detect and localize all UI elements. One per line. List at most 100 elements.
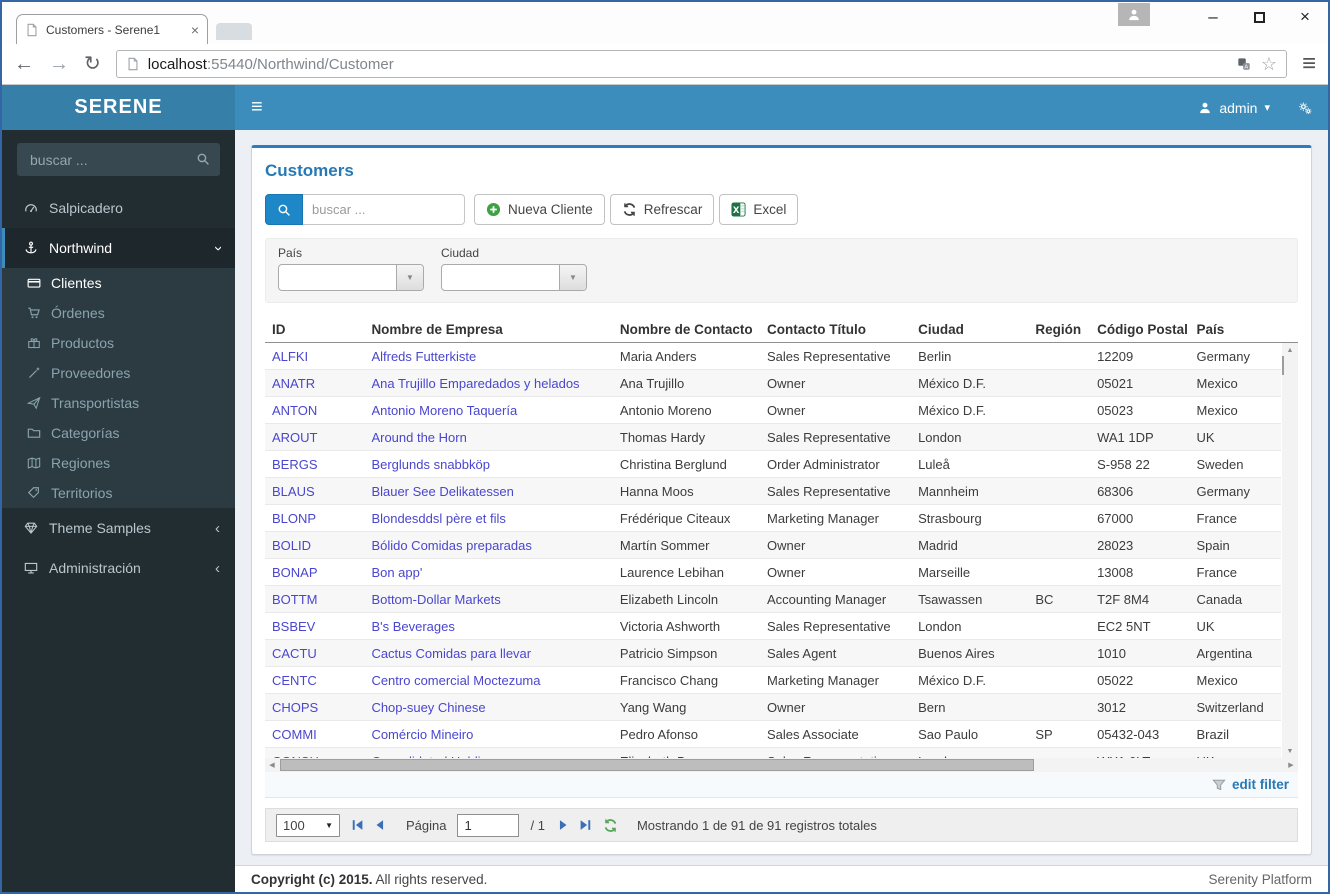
scroll-down-icon[interactable]: ▼ bbox=[1282, 744, 1298, 758]
sidebar-item-categorias[interactable]: Categorías bbox=[2, 418, 235, 448]
browser-tab[interactable]: Customers - Serene1 × bbox=[16, 14, 208, 44]
close-button[interactable]: × bbox=[1282, 2, 1328, 32]
scroll-right-icon[interactable]: ▶ bbox=[1284, 761, 1298, 769]
forward-button[interactable]: → bbox=[49, 54, 69, 74]
customer-id-link[interactable]: ANATR bbox=[265, 376, 364, 391]
customer-id-link[interactable]: CACTU bbox=[265, 646, 364, 661]
horizontal-scrollbar[interactable]: ◀ ▶ bbox=[265, 758, 1298, 772]
company-name-link[interactable]: Ana Trujillo Emparedados y helados bbox=[364, 376, 612, 391]
company-name-link[interactable]: Bólido Comidas preparadas bbox=[364, 538, 612, 553]
page-label: Página bbox=[406, 817, 447, 833]
company-name-link[interactable]: Alfreds Futterkiste bbox=[364, 349, 612, 364]
horizontal-scroll-thumb[interactable] bbox=[280, 759, 1035, 771]
sidebar-item-proveedores[interactable]: Proveedores bbox=[2, 358, 235, 388]
customer-id-link[interactable]: BSBEV bbox=[265, 619, 364, 634]
sidebar-item-salpicadero[interactable]: Salpicadero bbox=[2, 188, 235, 228]
browser-menu-button[interactable]: ≡ bbox=[1302, 52, 1316, 76]
grid-cell: S-958 22 bbox=[1097, 456, 1150, 472]
ciudad-select[interactable]: ▼ bbox=[441, 264, 587, 291]
grid-search-button[interactable] bbox=[265, 194, 303, 225]
prev-page-button[interactable] bbox=[373, 818, 387, 832]
scroll-left-icon[interactable]: ◀ bbox=[265, 761, 279, 769]
customer-id-link[interactable]: BLONP bbox=[265, 511, 364, 526]
customer-id-link[interactable]: BOLID bbox=[265, 538, 364, 553]
sidebar-toggle-icon[interactable]: ≡ bbox=[251, 96, 263, 119]
sidebar-item-northwind[interactable]: Northwind ‹ bbox=[2, 228, 235, 268]
address-bar[interactable]: localhost:55440/Northwind/Customer A ☆ bbox=[115, 50, 1287, 78]
excel-button[interactable]: X Excel bbox=[719, 194, 799, 225]
user-menu[interactable]: admin ▾ bbox=[1198, 100, 1270, 116]
wand-icon bbox=[27, 366, 41, 380]
company-name-link[interactable]: Bon app' bbox=[364, 565, 612, 580]
main-column: Customers Nueva Cliente Refrescar X Exce… bbox=[235, 130, 1328, 892]
tab-close-icon[interactable]: × bbox=[191, 22, 199, 38]
first-page-button[interactable] bbox=[351, 818, 365, 832]
sidebar-item-transportistas[interactable]: Transportistas bbox=[2, 388, 235, 418]
sidebar-search-input[interactable] bbox=[17, 143, 220, 176]
bookmark-star-icon[interactable]: ☆ bbox=[1261, 54, 1277, 75]
grid-search bbox=[265, 194, 465, 225]
funnel-icon bbox=[1212, 778, 1226, 792]
company-name-link[interactable]: B's Beverages bbox=[364, 619, 612, 634]
profile-button[interactable] bbox=[1118, 3, 1150, 26]
url-host: localhost bbox=[147, 55, 207, 73]
pager-refresh-button[interactable] bbox=[603, 818, 618, 833]
column-header-nombre-de-empresa[interactable]: Nombre de Empresa bbox=[364, 322, 612, 337]
company-name-link[interactable]: Around the Horn bbox=[364, 430, 612, 445]
maximize-button[interactable] bbox=[1236, 2, 1282, 32]
page-size-select[interactable]: 100 ▼ bbox=[276, 813, 340, 837]
column-header-id[interactable]: ID bbox=[265, 322, 364, 337]
column-header-contacto-titulo[interactable]: Contacto Título bbox=[760, 322, 911, 337]
company-name-link[interactable]: Blauer See Delikatessen bbox=[364, 484, 612, 499]
customer-id-link[interactable]: BOTTM bbox=[265, 592, 364, 607]
brand-logo[interactable]: SERENE bbox=[2, 85, 235, 130]
reload-button[interactable]: ↻ bbox=[84, 54, 101, 74]
translate-icon[interactable]: A bbox=[1237, 57, 1251, 71]
customer-id-link[interactable]: BERGS bbox=[265, 457, 364, 472]
page-number-input[interactable] bbox=[457, 813, 520, 837]
company-name-link[interactable]: Cactus Comidas para llevar bbox=[364, 646, 612, 661]
column-header-ciudad[interactable]: Ciudad bbox=[911, 322, 1028, 337]
customer-id-link[interactable]: COMMI bbox=[265, 727, 364, 742]
company-name-link[interactable]: Comércio Mineiro bbox=[364, 727, 612, 742]
company-name-link[interactable]: Blondesddsl père et fils bbox=[364, 511, 612, 526]
company-name-link[interactable]: Bottom-Dollar Markets bbox=[364, 592, 612, 607]
company-name-link[interactable]: Chop-suey Chinese bbox=[364, 700, 612, 715]
company-name-link[interactable]: Antonio Moreno Taquería bbox=[364, 403, 612, 418]
grid-cell: Antonio Moreno bbox=[619, 402, 712, 418]
next-page-button[interactable] bbox=[556, 818, 570, 832]
sidebar-item-regiones[interactable]: Regiones bbox=[2, 448, 235, 478]
sidebar-item-ordenes[interactable]: Órdenes bbox=[2, 298, 235, 328]
column-header-codigo-postal[interactable]: Código Postal bbox=[1090, 322, 1189, 337]
customer-id-link[interactable]: ANTON bbox=[265, 403, 364, 418]
sidebar-item-clientes[interactable]: Clientes bbox=[2, 268, 235, 298]
customer-id-link[interactable]: AROUT bbox=[265, 430, 364, 445]
scroll-up-icon[interactable]: ▲ bbox=[1282, 343, 1298, 357]
company-name-link[interactable]: Berglunds snabbköp bbox=[364, 457, 612, 472]
nueva-cliente-button[interactable]: Nueva Cliente bbox=[474, 194, 605, 225]
refrescar-button[interactable]: Refrescar bbox=[609, 194, 715, 225]
last-page-button[interactable] bbox=[578, 818, 592, 832]
sidebar-item-administracion[interactable]: Administración ‹ bbox=[2, 548, 235, 588]
column-header-pais[interactable]: País bbox=[1190, 322, 1281, 337]
pais-select[interactable]: ▼ bbox=[278, 264, 424, 291]
customer-id-link[interactable]: CENTC bbox=[265, 673, 364, 688]
customer-id-link[interactable]: BLAUS bbox=[265, 484, 364, 499]
new-tab-button[interactable] bbox=[216, 23, 252, 40]
sidebar-item-territorios[interactable]: Territorios bbox=[2, 478, 235, 508]
minimize-button[interactable]: – bbox=[1190, 2, 1236, 32]
grid-search-input[interactable] bbox=[303, 194, 465, 225]
customer-id-link[interactable]: BONAP bbox=[265, 565, 364, 580]
settings-cogs-icon[interactable] bbox=[1298, 101, 1312, 115]
back-button[interactable]: ← bbox=[14, 54, 34, 74]
edit-filter-link[interactable]: edit filter bbox=[1232, 777, 1289, 792]
company-name-link[interactable]: Centro comercial Moctezuma bbox=[364, 673, 612, 688]
vertical-scrollbar[interactable]: ▲ ▼ bbox=[1282, 343, 1298, 758]
sidebar-item-theme-samples[interactable]: Theme Samples ‹ bbox=[2, 508, 235, 548]
customer-id-link[interactable]: ALFKI bbox=[265, 349, 364, 364]
sidebar-item-productos[interactable]: Productos bbox=[2, 328, 235, 358]
customer-id-link[interactable]: CHOPS bbox=[265, 700, 364, 715]
column-header-nombre-de-contacto[interactable]: Nombre de Contacto bbox=[613, 322, 760, 337]
vertical-scroll-thumb[interactable] bbox=[1282, 356, 1284, 375]
column-header-region[interactable]: Región bbox=[1028, 322, 1090, 337]
